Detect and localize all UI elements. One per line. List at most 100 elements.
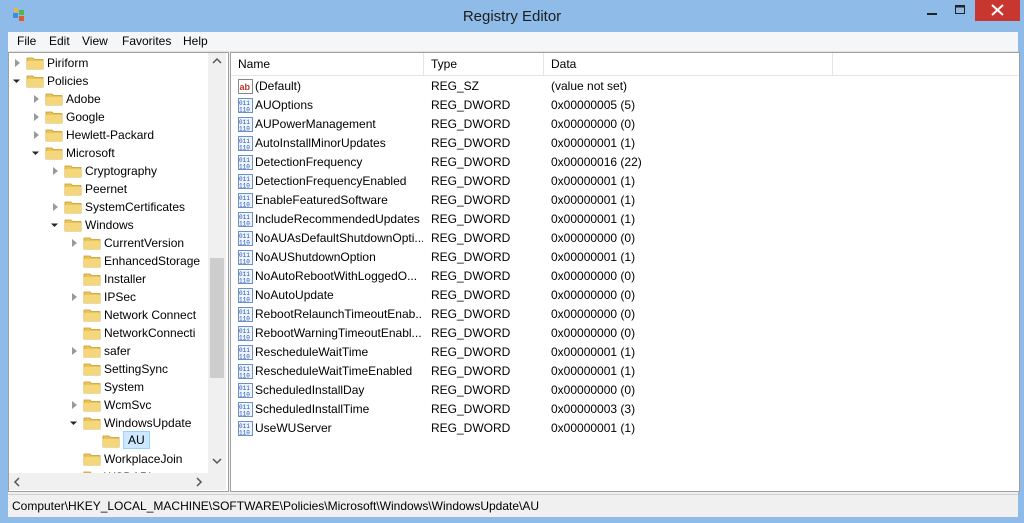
svg-text:110: 110: [239, 392, 250, 399]
collapsed-arrow-icon[interactable]: [34, 131, 39, 139]
tree-item[interactable]: WcmSvc: [68, 396, 228, 414]
menu-edit[interactable]: Edit: [49, 34, 70, 48]
maximize-button[interactable]: [946, 0, 974, 21]
value-type: REG_DWORD: [431, 383, 511, 397]
value-row[interactable]: 011 110 AUPowerManagement REG_DWORD 0x000000…: [231, 115, 1019, 134]
collapsed-arrow-icon[interactable]: [53, 167, 58, 175]
value-row[interactable]: 011 110 AUOptions REG_DWORD 0x00000005 (5): [231, 96, 1019, 115]
menu-favorites[interactable]: Favorites: [122, 34, 171, 48]
value-row[interactable]: 011 110 EnableFeaturedSoftware REG_DWORD 0x0…: [231, 191, 1019, 210]
collapsed-arrow-icon[interactable]: [72, 347, 77, 355]
value-row[interactable]: 011 110 ScheduledInstallTime REG_DWORD 0x000…: [231, 400, 1019, 419]
svg-text:110: 110: [239, 126, 250, 133]
svg-text:110: 110: [239, 335, 250, 342]
value-row[interactable]: 011 110 ScheduledInstallDay REG_DWORD 0x0000…: [231, 381, 1019, 400]
column-header-name[interactable]: Name: [231, 53, 424, 75]
registry-key-tree[interactable]: Piriform Policies Adobe Google Hewlett-Packa…: [8, 52, 229, 492]
tree-item[interactable]: CurrentVersion: [68, 234, 228, 252]
value-row[interactable]: 011 110 AutoInstallMinorUpdates REG_DWORD 0x…: [231, 134, 1019, 153]
tree-item[interactable]: SettingSync: [68, 360, 228, 378]
column-header-type[interactable]: Type: [424, 53, 544, 75]
tree-item[interactable]: Google: [30, 108, 228, 126]
tree-item-label: safer: [104, 344, 131, 358]
value-row[interactable]: 011 110 RescheduleWaitTime REG_DWORD 0x00000…: [231, 343, 1019, 362]
expanded-arrow-icon[interactable]: [69, 417, 78, 426]
title-bar[interactable]: Registry Editor: [0, 0, 1024, 32]
collapsed-arrow-icon[interactable]: [72, 239, 77, 247]
tree-item[interactable]: IPSec: [68, 288, 228, 306]
value-name: RescheduleWaitTime: [255, 345, 369, 359]
value-name: ScheduledInstallTime: [255, 402, 370, 416]
value-data: 0x00000000 (0): [551, 307, 636, 321]
tree-item[interactable]: Adobe: [30, 90, 228, 108]
collapsed-arrow-icon[interactable]: [15, 59, 20, 67]
value-type: REG_DWORD: [431, 98, 511, 112]
tree-item[interactable]: Piriform: [11, 54, 228, 72]
collapsed-arrow-icon[interactable]: [34, 95, 39, 103]
dword-value-icon: 011 110: [238, 307, 253, 323]
folder-icon: [64, 217, 82, 232]
svg-text:110: 110: [239, 354, 250, 361]
tree-item[interactable]: safer: [68, 342, 228, 360]
tree-item[interactable]: System: [68, 378, 228, 396]
tree-item[interactable]: Policies: [11, 72, 228, 90]
collapsed-arrow-icon[interactable]: [72, 401, 77, 409]
dword-value-icon: 011 110: [238, 136, 253, 152]
value-row[interactable]: 011 110 IncludeRecommendedUpdates REG_DWORD…: [231, 210, 1019, 229]
tree-scroll-thumb[interactable]: [210, 258, 224, 378]
value-row[interactable]: 011 110 UseWUServer REG_DWORD 0x00000001 (1): [231, 419, 1019, 438]
expanded-arrow-icon[interactable]: [31, 147, 40, 156]
tree-horizontal-scrollbar[interactable]: [9, 473, 226, 490]
collapsed-arrow-icon[interactable]: [72, 293, 77, 301]
value-row[interactable]: 011 110 NoAutoUpdate REG_DWORD 0x00000000 (0…: [231, 286, 1019, 305]
value-row[interactable]: ab (Default) REG_SZ (value not set): [231, 77, 1019, 96]
tree-item[interactable]: NetworkConnecti: [68, 324, 228, 342]
value-type: REG_DWORD: [431, 231, 511, 245]
value-row[interactable]: 011 110 DetectionFrequencyEnabled REG_DWORD…: [231, 172, 1019, 191]
tree-vertical-scrollbar[interactable]: [208, 53, 226, 473]
close-button[interactable]: [975, 0, 1020, 21]
column-header-data[interactable]: Data: [544, 53, 833, 75]
tree-item[interactable]: Microsoft: [30, 144, 228, 162]
minimize-button[interactable]: [918, 0, 946, 21]
value-name: NoAutoUpdate: [255, 288, 334, 302]
expanded-arrow-icon[interactable]: [12, 75, 21, 84]
scroll-up-icon[interactable]: [212, 57, 222, 65]
value-name: (Default): [255, 79, 302, 93]
tree-item[interactable]: Windows: [49, 216, 228, 234]
tree-item-label: IPSec: [104, 290, 137, 304]
tree-item-label: WorkplaceJoin: [104, 452, 183, 466]
value-row[interactable]: 011 110 NoAutoRebootWithLoggedO... REG_DWOR…: [231, 267, 1019, 286]
menu-file[interactable]: File: [17, 34, 36, 48]
tree-item[interactable]: Peernet: [49, 180, 228, 198]
value-row[interactable]: 011 110 RebootWarningTimeoutEnabl... REG_DW…: [231, 324, 1019, 343]
scroll-right-icon[interactable]: [195, 477, 203, 487]
value-data: 0x00000000 (0): [551, 383, 636, 397]
tree-item-label: EnhancedStorage: [104, 254, 201, 268]
menu-view[interactable]: View: [82, 34, 108, 48]
tree-item[interactable]: WindowsUpdate: [68, 414, 228, 432]
value-row[interactable]: 011 110 DetectionFrequency REG_DWORD 0x00000…: [231, 153, 1019, 172]
tree-item[interactable]: SystemCertificates: [49, 198, 228, 216]
scroll-down-icon[interactable]: [212, 457, 222, 465]
tree-item[interactable]: Installer: [68, 270, 228, 288]
value-row[interactable]: 011 110 NoAUAsDefaultShutdownOpti... REG_DW…: [231, 229, 1019, 248]
tree-item[interactable]: EnhancedStorage: [68, 252, 228, 270]
value-row[interactable]: 011 110 RescheduleWaitTimeEnabled REG_DWORD…: [231, 362, 1019, 381]
collapsed-arrow-icon[interactable]: [53, 203, 58, 211]
tree-item[interactable]: Network Connect: [68, 306, 228, 324]
value-row[interactable]: 011 110 NoAUShutdownOption REG_DWORD 0x00000…: [231, 248, 1019, 267]
tree-item[interactable]: Hewlett-Packard: [30, 126, 228, 144]
tree-item-label: Piriform: [47, 56, 89, 70]
value-type: REG_DWORD: [431, 364, 511, 378]
collapsed-arrow-icon[interactable]: [34, 113, 39, 121]
scroll-left-icon[interactable]: [13, 477, 21, 487]
folder-icon: [26, 55, 44, 70]
tree-item-label: Windows: [85, 218, 134, 232]
value-row[interactable]: 011 110 RebootRelaunchTimeoutEnab... REG_DW…: [231, 305, 1019, 324]
menu-help[interactable]: Help: [183, 34, 208, 48]
tree-item[interactable]: WorkplaceJoin: [68, 450, 228, 468]
registry-values-list[interactable]: Name Type Data ab (Default) REG_SZ (value n…: [230, 52, 1020, 492]
tree-item[interactable]: Cryptography: [49, 162, 228, 180]
expanded-arrow-icon[interactable]: [50, 219, 59, 228]
